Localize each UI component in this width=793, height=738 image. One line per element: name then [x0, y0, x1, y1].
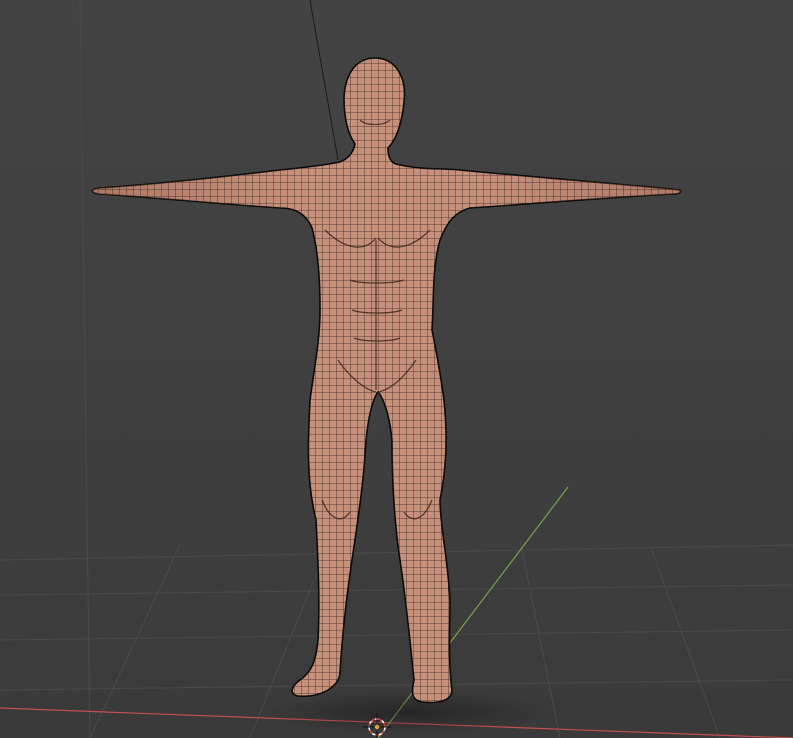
- camera-guide-line: [309, 0, 339, 161]
- 3d-viewport[interactable]: [0, 0, 793, 738]
- wireframe-overlay: [92, 58, 681, 703]
- viewport-canvas[interactable]: [0, 0, 793, 738]
- origin-point: [374, 724, 380, 730]
- human-base-mesh[interactable]: [91, 57, 682, 704]
